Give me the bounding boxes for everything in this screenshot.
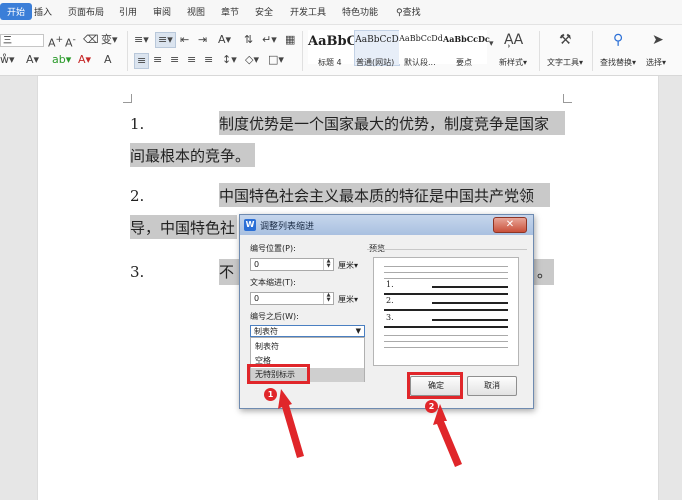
annotation-arrow-2 [433,404,462,467]
annotation-arrow-1 [278,389,304,458]
annotation-arrows [278,389,462,467]
